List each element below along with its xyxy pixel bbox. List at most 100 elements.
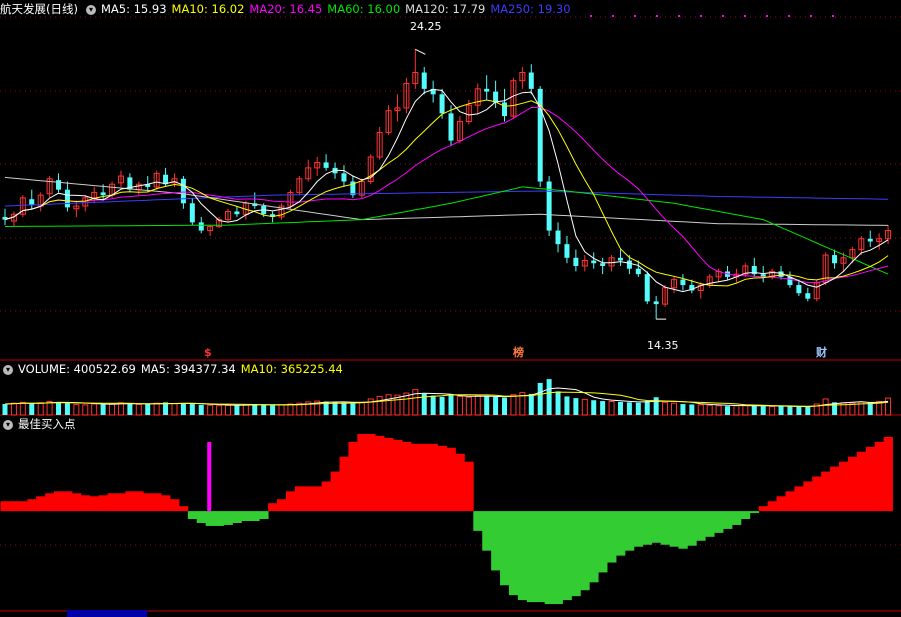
buy-point-bar-negative [241,511,251,521]
candle-body-down [100,192,106,196]
volume-bar-down [796,406,802,415]
event-mark-dollar[interactable]: $ [204,346,212,359]
candle-body-down [189,203,195,223]
buy-point-bar-positive [312,486,323,512]
candle-body-down [832,255,838,264]
buy-point-bar-positive [446,447,456,512]
signal-dot [590,15,592,17]
candle-body-down [537,88,543,182]
event-mark-cai[interactable]: 财 [816,346,827,359]
buy-point-bar-negative [660,511,670,545]
event-mark-bang[interactable]: 榜 [513,346,524,359]
buy-point-bar-negative [705,511,715,537]
buy-point-bar-negative [714,511,724,533]
buy-point-bar-negative [482,511,492,551]
buy-point-bar-negative [589,511,599,583]
buy-point-bar-negative [642,511,653,545]
candle-body-down [635,268,641,275]
buy-point-bar-positive [36,496,46,512]
volume-bar-up [358,401,365,416]
volume-bar-down [644,401,650,415]
candle-body-down [600,263,606,266]
buy-point-bar-positive [410,443,421,512]
volume-bar-down [430,395,436,415]
dropdown-icon[interactable]: ▾ [3,364,13,375]
volume-bar-down [64,402,70,415]
dropdown-icon[interactable]: ▾ [3,419,13,430]
volume-bar-down [484,396,490,415]
buy-point-bar-positive [455,453,465,512]
buy-point-bar-positive [794,486,804,512]
candle-body-down [64,189,70,208]
buy-point-bar-negative [624,511,635,551]
buy-point-bar-positive [883,436,893,512]
candle-body-down [644,274,650,302]
candle-body-down [493,91,499,103]
candle-body-down [653,301,659,305]
signal-dot [656,15,658,17]
buy-point-bar-positive [348,441,358,512]
buy-point-bar-positive [54,491,64,512]
buy-point-bar-positive [27,499,37,512]
candle-body-down [573,257,579,266]
candle-body-down [555,230,561,245]
volume-bar-down [2,404,8,415]
candle-body-down [528,72,534,89]
volume-bar-down [546,379,552,415]
signal-dot [678,15,680,17]
buy-point-bar-negative [633,511,644,547]
buy-point-bar-positive [152,493,162,512]
volume-bar-down [270,405,276,415]
buy-point-bar-negative [723,511,733,529]
volume-ma-lines [4,387,889,408]
volume-bar-down [189,404,195,415]
candle-body-down [680,279,686,286]
volume-bar-down [591,400,597,415]
volume-bar-down [350,403,356,415]
volume-bar-down [56,401,62,415]
candle-body-down [198,222,204,231]
buy-point-bar-positive [758,506,769,512]
buy-point-bar-positive [856,451,867,512]
volume-bar-up [456,395,463,416]
buy-point-bar-negative [535,511,546,603]
dropdown-icon[interactable]: ▾ [85,4,96,15]
buy-point-bar-positive [464,461,474,512]
buy-point-bar-positive [0,501,10,512]
buy-point-bar-positive [170,499,180,512]
buy-point-bar-positive [812,476,822,512]
stock-title: 航天发展(日线) [0,2,78,16]
candle-body-down [564,244,570,258]
candle-body-down [617,257,623,261]
buy-point-bar-negative [687,511,697,546]
buy-point-bar-positive [339,456,349,512]
volume-bar-up [153,402,160,416]
buy-point-bar-positive [268,503,278,512]
signal-dot [634,15,636,17]
buy-point-bar-negative [553,511,563,605]
volume-bar-up [19,401,26,416]
signal-dot [766,15,768,17]
buy-point-bar-negative [598,511,608,573]
volume-bar-up [135,403,142,416]
volume-bar-up [278,404,285,416]
buy-point-bar-positive [303,486,314,512]
candle-body-down [341,173,347,182]
buy-point-bar-positive [71,493,82,512]
high-price-pointer [415,48,426,55]
low-price-label: 14.35 [647,339,679,352]
ma10-label: MA10: 16.02 [171,2,245,16]
volume-bar-down [751,405,757,415]
candle-body-down [867,238,873,242]
buy-point-bar-negative [580,511,590,591]
volume-bar-up [662,401,669,416]
candle-body-down [421,72,427,89]
buy-point-bar-positive [803,481,813,512]
candle-body-down [448,113,454,141]
buy-point-bar-negative [740,511,751,520]
ma20-line [4,107,889,284]
candle-body-down [796,285,802,294]
date-axis-highlight [67,610,147,617]
volume-bar-down [145,404,151,415]
volume-bar-up [581,398,588,416]
